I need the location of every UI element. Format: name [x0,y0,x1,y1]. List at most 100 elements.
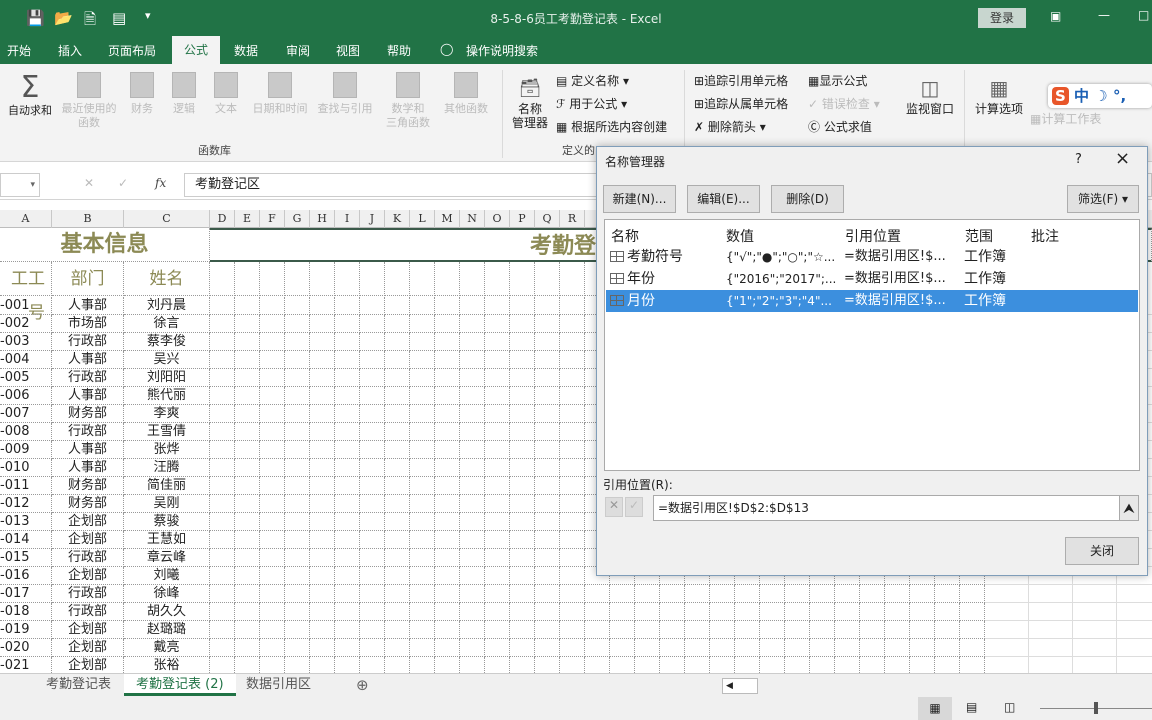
grid-cell[interactable] [435,459,460,477]
grid-cell[interactable] [510,405,535,423]
grid-cell[interactable] [560,369,585,387]
grid-cell[interactable] [285,495,310,513]
data-cell[interactable]: 财务部 [52,495,124,513]
grid-cell[interactable] [835,657,860,673]
grid-cell[interactable] [1073,657,1117,673]
grid-cell[interactable] [335,621,360,639]
grid-cell[interactable] [560,513,585,531]
grid-cell[interactable] [210,423,235,441]
grid-cell[interactable] [335,603,360,621]
grid-cell[interactable] [210,315,235,333]
grid-cell[interactable] [860,603,885,621]
grid-cell[interactable] [485,441,510,459]
grid-cell[interactable] [485,567,510,585]
grid-cell[interactable] [510,549,535,567]
grid-cell[interactable] [810,639,835,657]
grid-cell[interactable] [335,513,360,531]
grid-cell[interactable] [535,405,560,423]
data-cell[interactable]: 财务部 [52,405,124,423]
grid-cell[interactable] [660,621,685,639]
grid-cell[interactable] [235,531,260,549]
grid-cell[interactable] [385,621,410,639]
grid-cell[interactable] [610,603,635,621]
horizontal-scrollbar[interactable]: ◀ [722,678,758,694]
name-list-row[interactable]: 考勤符号 {"√";"●";"○";"☆... =数据引用区!$... 工作簿 [606,246,1138,268]
grid-cell[interactable] [560,603,585,621]
grid-cell[interactable] [360,369,385,387]
grid-cell[interactable] [235,513,260,531]
grid-cell[interactable] [385,405,410,423]
data-cell[interactable]: 蔡李俊 [124,333,210,351]
data-cell[interactable]: 蔡骏 [124,513,210,531]
grid-cell[interactable] [610,585,635,603]
grid-cell[interactable] [560,351,585,369]
grid-cell[interactable] [535,513,560,531]
grid-cell[interactable] [285,621,310,639]
grid-cell[interactable] [1073,585,1117,603]
grid-cell[interactable] [510,297,535,315]
grid-cell[interactable] [460,549,485,567]
grid-cell[interactable] [360,459,385,477]
grid-cell[interactable] [310,639,335,657]
grid-cell[interactable] [435,603,460,621]
grid-cell[interactable] [460,513,485,531]
grid-cell[interactable] [710,621,735,639]
grid-cell[interactable] [685,621,710,639]
grid-cell[interactable] [385,477,410,495]
grid-cell[interactable] [510,477,535,495]
data-cell[interactable]: 人事部 [52,441,124,459]
grid-cell[interactable] [460,459,485,477]
grid-cell[interactable] [510,531,535,549]
new-name-button[interactable]: 新建(N)... [603,185,676,213]
grid-cell[interactable] [335,549,360,567]
grid-cell[interactable] [735,639,760,657]
grid-cell[interactable] [360,585,385,603]
grid-cell[interactable] [260,477,285,495]
data-cell[interactable]: -005 [0,369,52,387]
grid-cell[interactable] [810,585,835,603]
grid-cell[interactable] [535,441,560,459]
grid-cell[interactable] [660,639,685,657]
grid-cell[interactable] [560,531,585,549]
grid-cell[interactable] [410,333,435,351]
grid-cell[interactable] [360,603,385,621]
enter-icon[interactable]: ✓ [118,176,128,190]
grid-cell[interactable] [410,657,435,673]
column-header-value[interactable]: 数值 [726,226,754,246]
grid-cell[interactable] [510,262,535,296]
grid-cell[interactable] [435,369,460,387]
grid-cell[interactable] [335,657,360,673]
data-cell[interactable]: -010 [0,459,52,477]
grid-cell[interactable] [285,333,310,351]
grid-cell[interactable] [260,459,285,477]
column-header-name[interactable]: 名称 [611,226,639,246]
data-cell[interactable]: -007 [0,405,52,423]
watch-window-button[interactable]: ◫ 监视窗口 [902,74,958,116]
grid-cell[interactable] [210,513,235,531]
data-cell[interactable]: 简佳丽 [124,477,210,495]
grid-cell[interactable] [460,567,485,585]
financial-button[interactable]: 财务 [124,72,160,116]
grid-cell[interactable] [885,639,910,657]
grid-cell[interactable] [635,657,660,673]
grid-cell[interactable] [360,621,385,639]
grid-cell[interactable] [935,603,960,621]
grid-cell[interactable] [860,657,885,673]
grid-cell[interactable] [360,387,385,405]
grid-cell[interactable] [560,549,585,567]
trace-precedents-button[interactable]: ⊞追踪引用单元格 [694,72,788,89]
grid-cell[interactable] [910,657,935,673]
grid-cell[interactable] [935,657,960,673]
column-header-refers-to[interactable]: 引用位置 [845,226,901,246]
column-title-employee-id[interactable]: 工工号 [0,262,52,323]
page-layout-view-icon[interactable]: ▤ [966,700,977,714]
column-header-comment[interactable]: 批注 [1031,226,1059,246]
grid-cell[interactable] [1029,603,1073,621]
grid-cell[interactable] [385,351,410,369]
grid-cell[interactable] [485,262,510,296]
grid-cell[interactable] [860,621,885,639]
grid-cell[interactable] [385,423,410,441]
grid-cell[interactable] [360,423,385,441]
grid-cell[interactable] [460,603,485,621]
grid-cell[interactable] [210,333,235,351]
